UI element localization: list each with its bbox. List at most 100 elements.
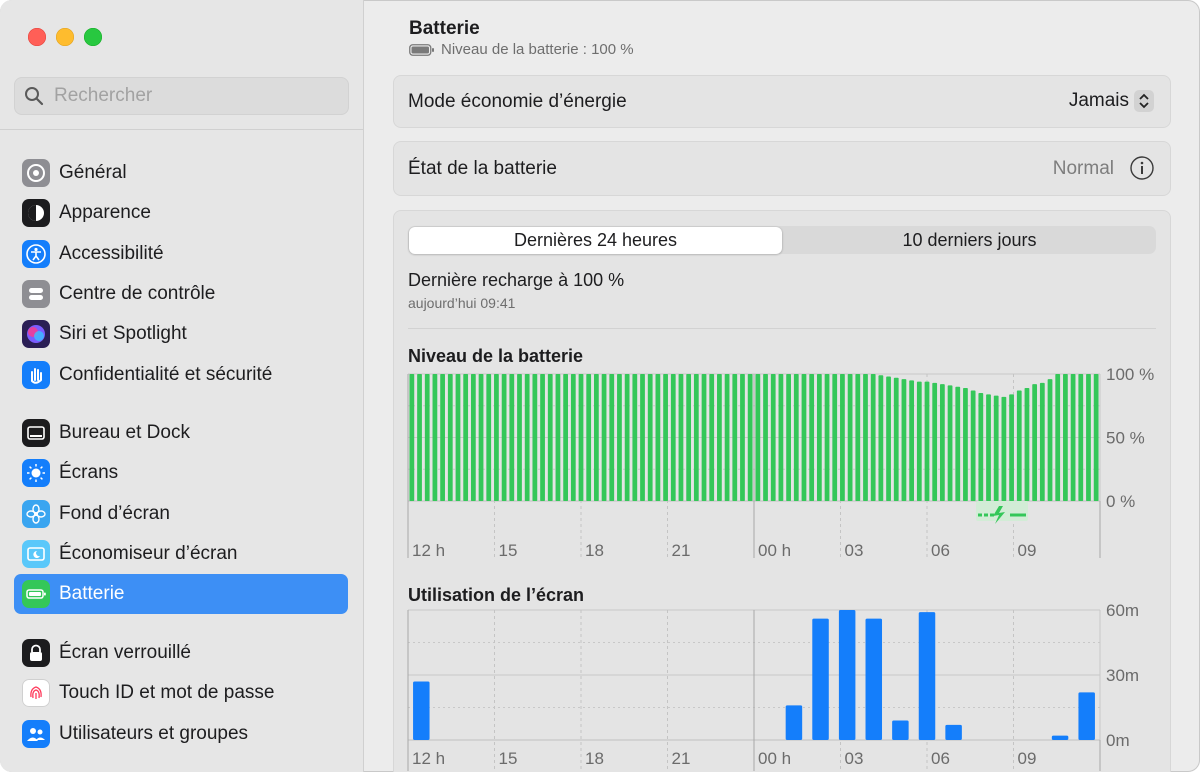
sidebar-item-battery[interactable]: Batterie <box>14 574 348 615</box>
sidebar-item-dock[interactable]: Bureau et Dock <box>14 413 348 453</box>
sidebar-item-label: Accessibilité <box>59 242 164 264</box>
bar <box>709 374 715 501</box>
bar <box>563 374 569 501</box>
bar <box>963 387 968 501</box>
sidebar-item-fingerprint[interactable]: Touch ID et mot de passe <box>14 673 348 713</box>
bar <box>417 374 422 501</box>
bar <box>540 374 545 501</box>
sidebar-item-gear[interactable]: Général <box>14 153 348 193</box>
sidebar-item-appearance[interactable]: Apparence <box>14 193 348 233</box>
x-tick-label: 21 <box>672 749 691 768</box>
bar <box>824 374 830 501</box>
sidebar-item-siri[interactable]: Siri et Spotlight <box>14 314 348 354</box>
bar <box>663 374 668 501</box>
sidebar-item-label: Batterie <box>59 583 125 605</box>
siri-icon <box>22 320 50 349</box>
bar <box>878 375 884 501</box>
y-tick-label: 100 % <box>1106 365 1154 384</box>
bar <box>812 618 829 740</box>
bar <box>724 374 730 501</box>
bar <box>593 374 599 501</box>
bar <box>678 374 684 501</box>
sidebar-item-accessibility[interactable]: Accessibilité <box>14 234 348 274</box>
sidebar: Général Apparence Accessibilité Centre de c… <box>0 0 364 772</box>
bar <box>986 394 991 501</box>
zoom-button[interactable] <box>84 28 102 46</box>
search-input[interactable] <box>52 84 336 108</box>
bar <box>809 374 815 501</box>
battery-level-subtitle: Niveau de la batterie : 100 % <box>409 41 634 58</box>
bar <box>778 374 784 501</box>
bar <box>939 384 945 501</box>
bar <box>747 374 753 501</box>
sidebar-item-hand[interactable]: Confidentialité et sécurité <box>14 355 348 395</box>
bar <box>932 382 938 501</box>
bar <box>886 376 891 501</box>
flower-icon <box>22 499 50 528</box>
battery-status-icon <box>409 43 434 56</box>
search-field[interactable] <box>14 77 349 115</box>
sidebar-item-lock[interactable]: Écran verrouillé <box>14 633 348 673</box>
bar <box>993 395 999 501</box>
bar <box>838 610 856 740</box>
sidebar-item-users[interactable]: Utilisateurs et groupes <box>14 714 348 754</box>
sidebar-item-label: Apparence <box>59 202 151 224</box>
tab-last-10-days[interactable]: 10 derniers jours <box>783 227 1156 254</box>
sidebar-item-control-center[interactable]: Centre de contrôle <box>14 274 348 314</box>
stepper-chevron-icon <box>1134 90 1154 112</box>
bar <box>732 374 738 501</box>
divider <box>408 328 1156 329</box>
bar <box>717 374 722 501</box>
close-button[interactable] <box>28 28 46 46</box>
bar <box>1032 384 1038 501</box>
y-tick-label: 60m <box>1106 603 1139 620</box>
x-tick-label: 00 h <box>758 749 791 768</box>
page-title: Batterie <box>409 18 480 39</box>
last-charge-time: aujourd’hui 09:41 <box>408 295 516 311</box>
bar <box>793 374 799 501</box>
bar <box>1086 374 1091 501</box>
power-mode-select[interactable]: Jamais <box>1069 90 1154 112</box>
settings-window: Général Apparence Accessibilité Centre de c… <box>0 0 1200 772</box>
sidebar-item-label: Siri et Spotlight <box>59 323 187 345</box>
sidebar-item-label: Centre de contrôle <box>59 282 216 304</box>
sidebar-item-sun[interactable]: Écrans <box>14 453 348 493</box>
bar <box>1070 374 1076 501</box>
gear-icon <box>22 159 50 187</box>
bar <box>532 374 538 501</box>
minimize-button[interactable] <box>56 28 74 46</box>
sidebar-item-flower[interactable]: Fond d’écran <box>14 494 348 534</box>
x-tick-label: 15 <box>499 749 518 768</box>
bar <box>455 374 461 501</box>
bar <box>693 374 699 501</box>
x-tick-label: 00 h <box>758 541 791 560</box>
bar <box>494 374 499 501</box>
info-icon[interactable] <box>1130 156 1154 180</box>
bar <box>918 612 936 740</box>
bar <box>447 374 453 501</box>
bar <box>686 374 692 501</box>
bar <box>945 724 962 740</box>
bar <box>640 374 645 501</box>
bar <box>463 374 469 501</box>
bar <box>432 374 438 501</box>
tab-last-24-hours[interactable]: Dernières 24 heures <box>409 227 782 254</box>
power-mode-label: Mode économie d’énergie <box>408 91 627 112</box>
bar <box>763 374 768 501</box>
bar <box>413 681 430 740</box>
bar <box>655 374 661 501</box>
x-tick-label: 06 <box>931 749 950 768</box>
y-tick-label: 50 % <box>1106 429 1145 448</box>
sidebar-item-label: Utilisateurs et groupes <box>59 722 249 744</box>
x-tick-label: 15 <box>499 541 518 560</box>
x-tick-label: 21 <box>672 541 691 560</box>
x-tick-label: 03 <box>845 541 864 560</box>
bar <box>786 374 791 501</box>
bar <box>847 374 853 501</box>
search-icon <box>25 87 44 106</box>
bar <box>601 374 607 501</box>
bar <box>978 393 984 501</box>
bar <box>517 374 522 501</box>
battery-health-value: Normal <box>1052 158 1114 179</box>
sidebar-item-screensaver[interactable]: Économiseur d’écran <box>14 534 348 574</box>
